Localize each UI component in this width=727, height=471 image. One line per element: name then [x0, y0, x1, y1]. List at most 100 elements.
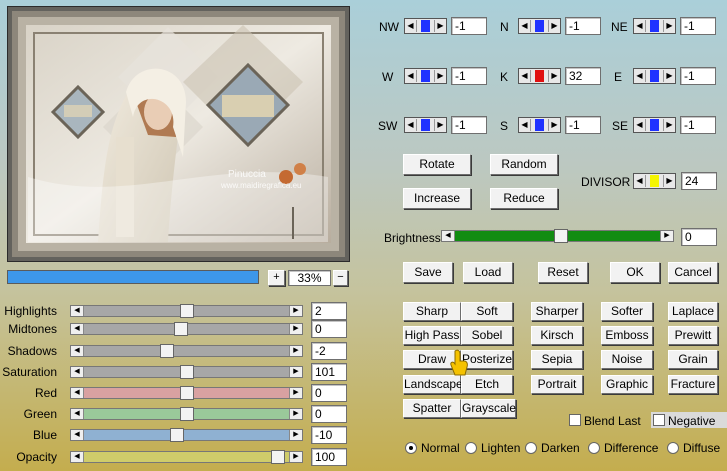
preset-high-pass-button[interactable]: High Pass [403, 326, 461, 345]
left-arrow-icon[interactable]: ◀ [71, 367, 84, 377]
adjust-slider-blue[interactable]: ◀ ▶ [70, 428, 303, 442]
left-arrow-icon[interactable]: ◀ [519, 20, 531, 32]
preset-grain-button[interactable]: Grain [668, 350, 718, 369]
right-arrow-icon[interactable]: ▶ [434, 20, 446, 32]
divisor-thumb[interactable] [650, 175, 659, 187]
right-arrow-icon[interactable]: ▶ [289, 452, 302, 462]
spinner-thumb[interactable] [535, 70, 544, 82]
adjust-slider-opacity[interactable]: ◀ ▶ [70, 450, 303, 464]
mode-radio-diffuse[interactable] [667, 442, 679, 454]
adjust-slider-midtones[interactable]: ◀ ▶ [70, 322, 303, 336]
right-arrow-icon[interactable]: ▶ [289, 346, 302, 356]
spinner-thumb[interactable] [421, 70, 430, 82]
preset-spatter-button[interactable]: Spatter [403, 399, 461, 418]
slider-thumb[interactable] [271, 450, 286, 464]
kernel-field-e[interactable]: -1 [680, 67, 716, 85]
right-arrow-icon[interactable]: ▶ [548, 70, 560, 82]
negative-checkbox[interactable] [653, 414, 665, 426]
left-arrow-icon[interactable]: ◀ [634, 119, 646, 131]
kernel-spinner-n[interactable]: ◀ ▶ [518, 18, 561, 34]
spinner-thumb[interactable] [650, 70, 659, 82]
right-arrow-icon[interactable]: ▶ [663, 20, 675, 32]
kernel-field-k[interactable]: 32 [565, 67, 601, 85]
preset-laplace-button[interactable]: Laplace [668, 302, 718, 321]
adjust-field-blue[interactable]: -10 [311, 426, 347, 444]
slider-thumb[interactable] [160, 344, 175, 358]
adjust-slider-shadows[interactable]: ◀ ▶ [70, 344, 303, 358]
zoom-out-button[interactable]: − [333, 270, 348, 286]
kernel-spinner-s[interactable]: ◀ ▶ [518, 117, 561, 133]
adjust-slider-highlights[interactable]: ◀ ▶ [70, 304, 303, 318]
preset-softer-button[interactable]: Softer [601, 302, 653, 321]
rotate-button[interactable]: Rotate [403, 154, 471, 175]
kernel-spinner-se[interactable]: ◀ ▶ [633, 117, 676, 133]
mode-radio-normal[interactable] [405, 442, 417, 454]
kernel-spinner-nw[interactable]: ◀ ▶ [404, 18, 447, 34]
kernel-field-w[interactable]: -1 [451, 67, 487, 85]
left-arrow-icon[interactable]: ◀ [405, 20, 417, 32]
preset-prewitt-button[interactable]: Prewitt [668, 326, 718, 345]
left-arrow-icon[interactable]: ◀ [71, 430, 84, 440]
load-button[interactable]: Load [463, 262, 513, 283]
preset-portrait-button[interactable]: Portrait [531, 375, 583, 394]
reset-button[interactable]: Reset [538, 262, 588, 283]
kernel-field-se[interactable]: -1 [680, 116, 716, 134]
preset-soft-button[interactable]: Soft [461, 302, 513, 321]
adjust-field-red[interactable]: 0 [311, 384, 347, 402]
divisor-left-arrow-icon[interactable]: ◀ [634, 175, 646, 187]
preset-sharper-button[interactable]: Sharper [531, 302, 583, 321]
spinner-thumb[interactable] [535, 119, 544, 131]
kernel-field-s[interactable]: -1 [565, 116, 601, 134]
reduce-button[interactable]: Reduce [490, 188, 558, 209]
preset-kirsch-button[interactable]: Kirsch [531, 326, 583, 345]
adjust-slider-green[interactable]: ◀ ▶ [70, 407, 303, 421]
slider-thumb[interactable] [179, 365, 194, 379]
cancel-button[interactable]: Cancel [668, 262, 718, 283]
slider-thumb[interactable] [179, 304, 194, 318]
right-arrow-icon[interactable]: ▶ [289, 430, 302, 440]
kernel-field-nw[interactable]: -1 [451, 17, 487, 35]
save-button[interactable]: Save [403, 262, 453, 283]
divisor-field[interactable]: 24 [681, 172, 717, 190]
adjust-field-midtones[interactable]: 0 [311, 320, 347, 338]
adjust-field-green[interactable]: 0 [311, 405, 347, 423]
left-arrow-icon[interactable]: ◀ [634, 20, 646, 32]
kernel-field-ne[interactable]: -1 [680, 17, 716, 35]
zoom-level-field[interactable]: 33% [288, 270, 331, 286]
kernel-field-sw[interactable]: -1 [451, 116, 487, 134]
right-arrow-icon[interactable]: ▶ [548, 119, 560, 131]
brightness-field[interactable]: 0 [681, 228, 717, 246]
preset-grayscale-button[interactable]: Grayscale [461, 399, 516, 418]
left-arrow-icon[interactable]: ◀ [71, 409, 84, 419]
spinner-thumb[interactable] [421, 20, 430, 32]
mode-radio-difference[interactable] [588, 442, 600, 454]
kernel-spinner-w[interactable]: ◀ ▶ [404, 68, 447, 84]
right-arrow-icon[interactable]: ▶ [663, 119, 675, 131]
adjust-field-shadows[interactable]: -2 [311, 342, 347, 360]
increase-button[interactable]: Increase [403, 188, 471, 209]
preset-graphic-button[interactable]: Graphic [601, 375, 653, 394]
spinner-thumb[interactable] [650, 119, 659, 131]
left-arrow-icon[interactable]: ◀ [71, 324, 84, 334]
preset-sobel-button[interactable]: Sobel [461, 326, 513, 345]
ok-button[interactable]: OK [610, 262, 660, 283]
divisor-right-arrow-icon[interactable]: ▶ [663, 175, 675, 187]
spinner-thumb[interactable] [535, 20, 544, 32]
mode-radio-lighten[interactable] [465, 442, 477, 454]
preset-sharp-button[interactable]: Sharp [403, 302, 461, 321]
kernel-spinner-k[interactable]: ◀ ▶ [518, 68, 561, 84]
adjust-field-saturation[interactable]: 101 [311, 363, 347, 381]
right-arrow-icon[interactable]: ▶ [289, 324, 302, 334]
adjust-slider-saturation[interactable]: ◀ ▶ [70, 365, 303, 379]
preset-sepia-button[interactable]: Sepia [531, 350, 583, 369]
slider-thumb[interactable] [169, 428, 184, 442]
kernel-field-n[interactable]: -1 [565, 17, 601, 35]
adjust-field-opacity[interactable]: 100 [311, 448, 347, 466]
right-arrow-icon[interactable]: ▶ [289, 367, 302, 377]
mode-radio-darken[interactable] [525, 442, 537, 454]
left-arrow-icon[interactable]: ◀ [519, 119, 531, 131]
left-arrow-icon[interactable]: ◀ [71, 306, 84, 316]
right-arrow-icon[interactable]: ▶ [289, 409, 302, 419]
right-arrow-icon[interactable]: ▶ [434, 70, 446, 82]
divisor-spinner[interactable]: ◀ ▶ [633, 173, 676, 189]
